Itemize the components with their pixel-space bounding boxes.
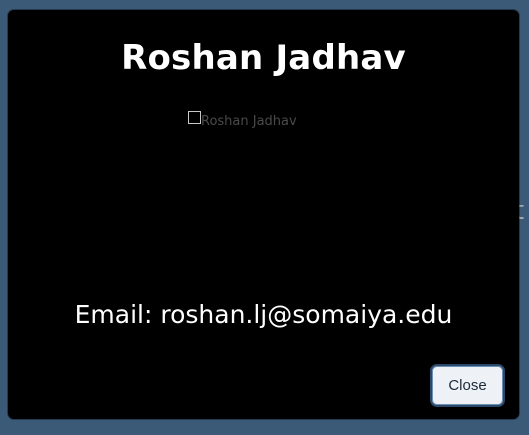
profile-modal: Roshan Jadhav Roshan Jadhav Email: rosha… [8,10,519,419]
modal-title: Roshan Jadhav [121,38,406,78]
close-button[interactable]: Close [430,364,505,407]
profile-image: Roshan Jadhav [188,111,297,129]
email-text: Email: roshan.lj@somaiya.edu [74,300,453,329]
profile-image-alt-text: Roshan Jadhav [201,114,297,129]
broken-image-icon [188,111,201,124]
